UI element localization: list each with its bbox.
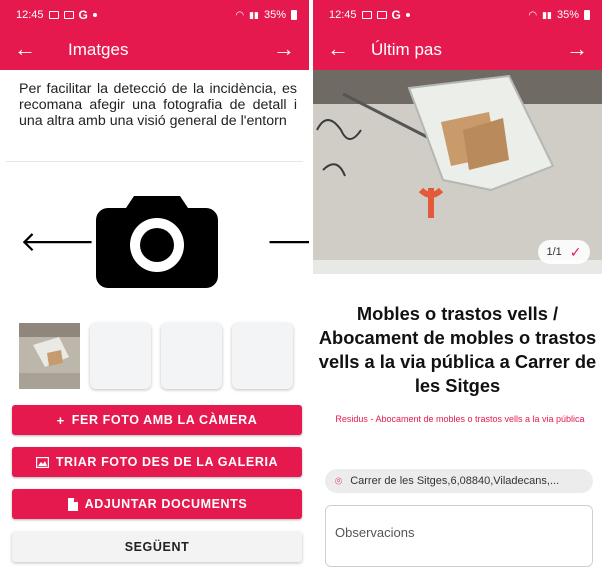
back-arrow-icon[interactable]: ←	[14, 37, 36, 61]
page-title: Imatges	[68, 40, 129, 59]
status-bar: 12:45 G ◠ ▮▮ 35%	[0, 0, 309, 30]
app-bar: ← Últim pas →	[313, 30, 602, 70]
take-photo-button[interactable]: + FER FOTO AMB LA CÀMERA	[12, 405, 302, 435]
take-photo-label: FER FOTO AMB LA CÀMERA	[71, 413, 258, 427]
empty-thumbnail-slot[interactable]	[232, 323, 293, 389]
page-title: Últim pas	[371, 40, 442, 59]
google-icon: G	[391, 8, 401, 22]
notification-icon	[376, 11, 387, 19]
app-bar: ← Imatges →	[0, 30, 309, 70]
empty-thumbnail-slot[interactable]	[90, 323, 151, 389]
gallery-notification-icon	[63, 11, 74, 19]
battery-icon	[291, 10, 297, 20]
previous-image-arrow-icon[interactable]: 🡐	[20, 224, 95, 258]
screen-last-step: 12:45 G ◠ ▮▮ 35% ← Últim pas → 1/1 ✓ Mob…	[313, 0, 602, 571]
battery-text: 35%	[263, 9, 286, 21]
image-pager[interactable]: 1/1 ✓	[538, 240, 590, 264]
observations-field[interactable]: Observacions	[325, 505, 593, 567]
battery-text: 35%	[556, 9, 579, 21]
incident-category: Residus - Abocament de mobles o trastos …	[335, 414, 585, 424]
forward-arrow-icon[interactable]: →	[566, 37, 588, 61]
plus-icon: +	[56, 412, 65, 428]
incident-heading: Mobles o trastos vells / Abocament de mo…	[318, 303, 597, 396]
wifi-icon: ◠	[235, 9, 245, 21]
camera-carousel: 🡐 🡒	[0, 162, 309, 322]
back-arrow-icon[interactable]: ←	[327, 37, 349, 61]
google-icon: G	[78, 8, 88, 22]
intro-text: Per facilitar la detecció de la incidènc…	[19, 81, 297, 129]
address-text: Carrer de les Sitges,6,08840,Viladecans,…	[350, 475, 560, 487]
status-time: 12:45	[329, 9, 357, 21]
choose-gallery-button[interactable]: TRIAR FOTO DES DE LA GALERIA	[12, 447, 302, 477]
battery-icon	[584, 10, 590, 20]
forward-arrow-icon[interactable]: →	[273, 37, 295, 61]
image-icon	[35, 456, 49, 468]
signal-icon: ▮▮	[249, 9, 259, 20]
thumbnail-strip	[19, 323, 293, 389]
document-icon	[67, 497, 78, 511]
gallery-notification-icon	[361, 11, 372, 19]
next-label: SEGÜENT	[124, 540, 190, 554]
check-icon: ✓	[569, 243, 582, 260]
notification-icon	[48, 11, 59, 19]
empty-thumbnail-slot[interactable]	[161, 323, 222, 389]
observations-placeholder: Observacions	[335, 525, 415, 540]
screen-images: 12:45 G ◠ ▮▮ 35% ← Imatges → Per facilit…	[0, 0, 309, 571]
status-time: 12:45	[16, 9, 44, 21]
status-bar: 12:45 G ◠ ▮▮ 35%	[313, 0, 602, 30]
next-button[interactable]: SEGÜENT	[12, 532, 302, 562]
location-pin-icon: ⌾	[335, 473, 343, 488]
wifi-icon: ◠	[528, 9, 538, 21]
photo-thumbnail-image	[19, 323, 80, 389]
address-field[interactable]: ⌾ Carrer de les Sitges,6,08840,Viladecan…	[325, 469, 593, 493]
attach-documents-label: ADJUNTAR DOCUMENTS	[84, 497, 248, 511]
dot-icon	[92, 13, 97, 17]
photo-thumbnail[interactable]	[19, 323, 80, 389]
pager-count: 1/1	[546, 246, 562, 258]
signal-icon: ▮▮	[542, 9, 552, 20]
camera-icon[interactable]	[96, 192, 218, 288]
choose-gallery-label: TRIAR FOTO DES DE LA GALERIA	[55, 455, 279, 469]
next-image-arrow-icon[interactable]: 🡒	[266, 224, 309, 258]
attach-documents-button[interactable]: ADJUNTAR DOCUMENTS	[12, 489, 302, 519]
dot-icon	[405, 13, 410, 17]
incident-photo[interactable]: 1/1 ✓	[313, 70, 602, 274]
